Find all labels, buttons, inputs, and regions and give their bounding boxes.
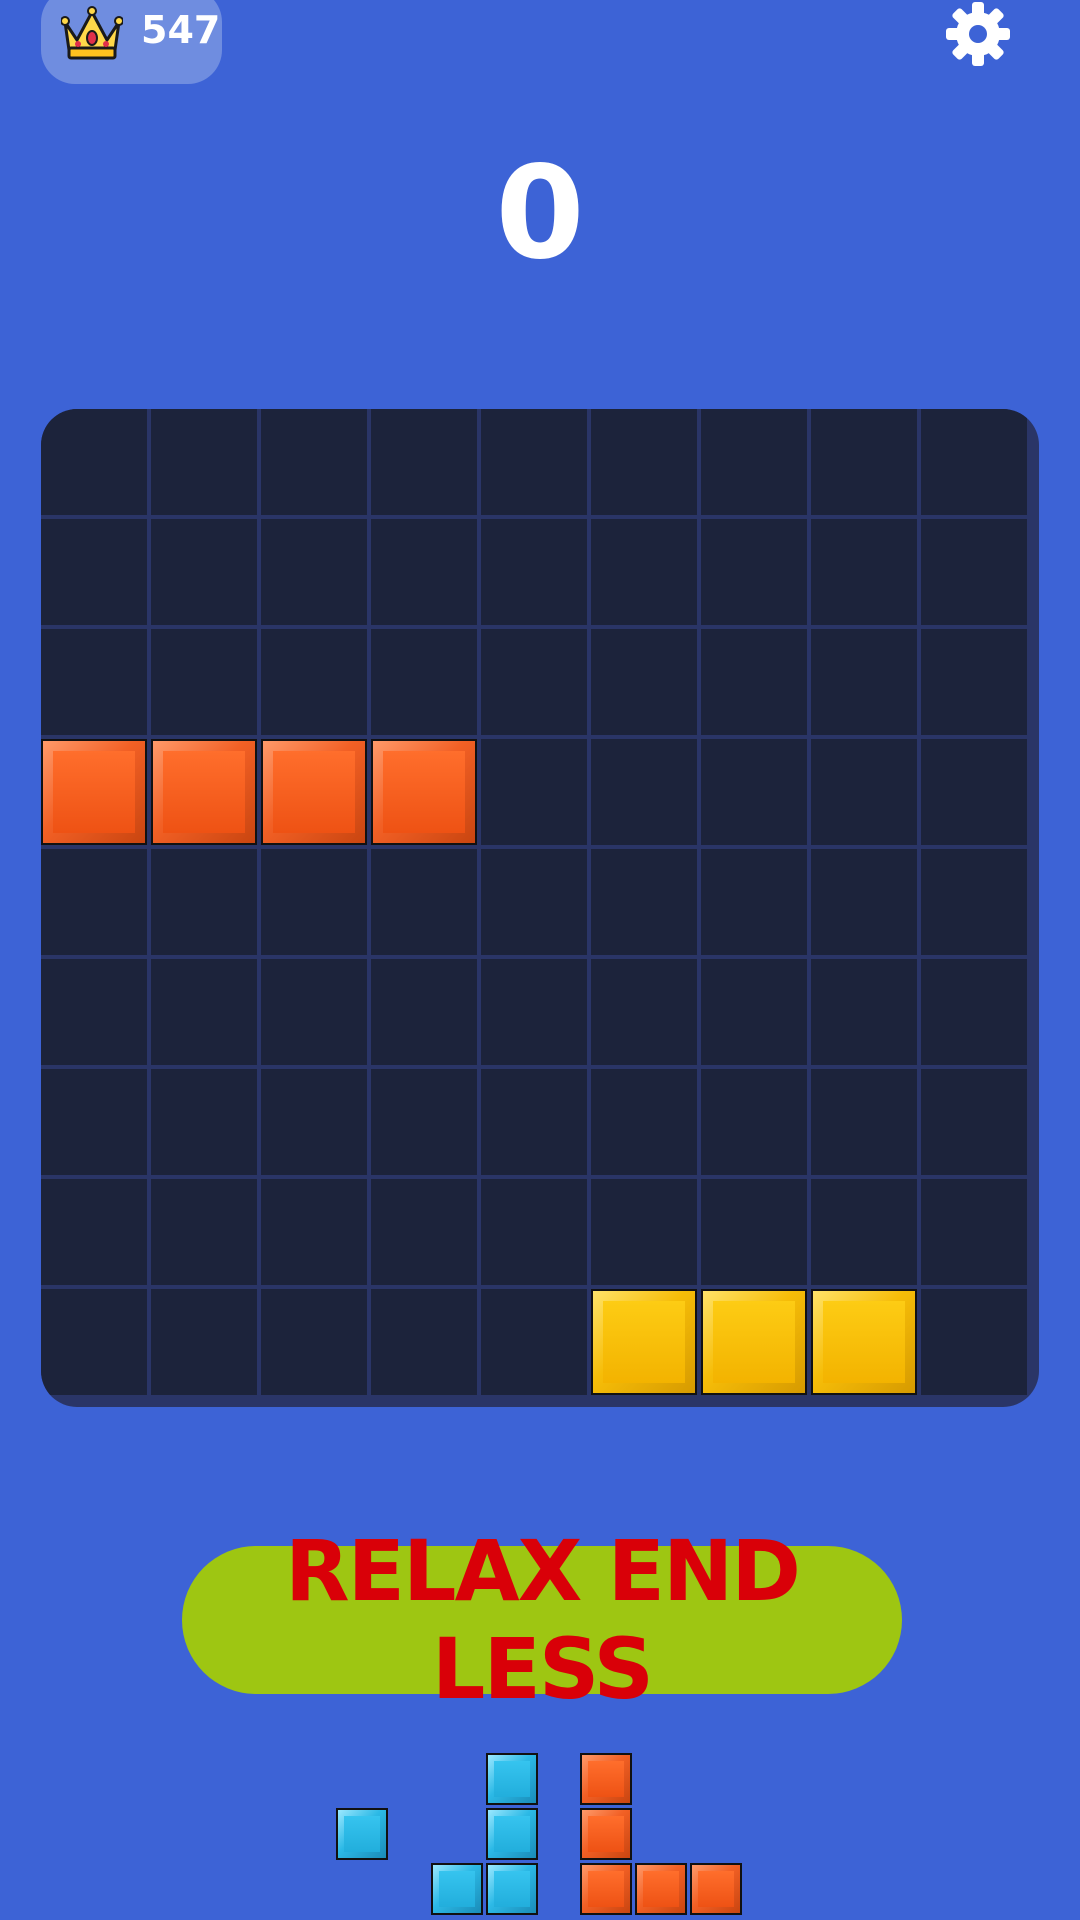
current-score: 0 xyxy=(495,139,585,288)
board-cell[interactable] xyxy=(811,959,917,1065)
board-cell[interactable] xyxy=(591,409,697,515)
tray-block-orange xyxy=(690,1863,742,1915)
placed-block-orange xyxy=(371,739,477,845)
board-cell[interactable] xyxy=(811,1069,917,1175)
best-score-badge: 547 xyxy=(41,0,222,84)
board-cell[interactable] xyxy=(921,959,1027,1065)
game-mode-button[interactable]: RELAX END LESS xyxy=(182,1522,902,1718)
board-cell[interactable] xyxy=(481,519,587,625)
board-cell[interactable] xyxy=(41,519,147,625)
board-cell[interactable] xyxy=(261,519,367,625)
board-cell[interactable] xyxy=(921,629,1027,735)
board-cell[interactable] xyxy=(371,629,477,735)
board-cell[interactable] xyxy=(151,959,257,1065)
board-cell[interactable] xyxy=(701,1069,807,1175)
board-cell[interactable] xyxy=(41,1069,147,1175)
tray-block-cyan xyxy=(336,1808,388,1860)
board-cell[interactable] xyxy=(371,959,477,1065)
board-cell[interactable] xyxy=(921,849,1027,955)
placed-block-orange xyxy=(41,739,147,845)
board-cell[interactable] xyxy=(371,519,477,625)
board-cell[interactable] xyxy=(371,1069,477,1175)
game-screen: 547 0 RELAX END LESS xyxy=(0,0,1080,1920)
board-cell[interactable] xyxy=(371,1179,477,1285)
board-cell[interactable] xyxy=(481,1289,587,1395)
board-cell[interactable] xyxy=(481,739,587,845)
tray-block-cyan xyxy=(431,1863,483,1915)
game-board[interactable] xyxy=(41,409,1039,1407)
board-cell[interactable] xyxy=(921,1179,1027,1285)
placed-block-orange xyxy=(151,739,257,845)
board-cell[interactable] xyxy=(701,629,807,735)
board-cell[interactable] xyxy=(261,1179,367,1285)
board-cell[interactable] xyxy=(811,409,917,515)
board-cell[interactable] xyxy=(41,959,147,1065)
board-cell[interactable] xyxy=(41,1289,147,1395)
board-cell[interactable] xyxy=(481,849,587,955)
board-cell[interactable] xyxy=(701,739,807,845)
board-cell[interactable] xyxy=(151,1179,257,1285)
board-cell[interactable] xyxy=(481,959,587,1065)
board-cell[interactable] xyxy=(481,1069,587,1175)
board-cell[interactable] xyxy=(261,849,367,955)
board-cell[interactable] xyxy=(371,409,477,515)
board-cell[interactable] xyxy=(151,519,257,625)
board-cell[interactable] xyxy=(41,629,147,735)
board-cell[interactable] xyxy=(811,1179,917,1285)
board-cell[interactable] xyxy=(261,629,367,735)
board-cell[interactable] xyxy=(151,409,257,515)
board-cell[interactable] xyxy=(261,409,367,515)
board-cell[interactable] xyxy=(151,1069,257,1175)
board-cell[interactable] xyxy=(41,409,147,515)
board-cell[interactable] xyxy=(701,849,807,955)
placed-block-yellow xyxy=(811,1289,917,1395)
board-cell[interactable] xyxy=(371,849,477,955)
board-cell[interactable] xyxy=(481,1179,587,1285)
placed-block-orange xyxy=(261,739,367,845)
tray-block-orange xyxy=(580,1808,632,1860)
board-cell[interactable] xyxy=(921,1289,1027,1395)
board-cell[interactable] xyxy=(591,849,697,955)
board-cell[interactable] xyxy=(921,409,1027,515)
placed-block-yellow xyxy=(701,1289,807,1395)
board-cell[interactable] xyxy=(811,739,917,845)
tray-block-orange xyxy=(580,1863,632,1915)
gear-icon[interactable] xyxy=(944,0,1012,68)
tray-block-cyan xyxy=(486,1863,538,1915)
board-cell[interactable] xyxy=(261,959,367,1065)
board-cell[interactable] xyxy=(261,1069,367,1175)
board-cell[interactable] xyxy=(481,629,587,735)
board-cell[interactable] xyxy=(811,849,917,955)
crown-icon xyxy=(61,6,123,60)
board-cell[interactable] xyxy=(591,739,697,845)
board-cell[interactable] xyxy=(151,1289,257,1395)
board-cell[interactable] xyxy=(591,1069,697,1175)
board-cell[interactable] xyxy=(151,849,257,955)
placed-block-yellow xyxy=(591,1289,697,1395)
board-cell[interactable] xyxy=(701,409,807,515)
board-cell[interactable] xyxy=(701,1179,807,1285)
board-cell[interactable] xyxy=(701,959,807,1065)
board-cell[interactable] xyxy=(701,519,807,625)
board-cell[interactable] xyxy=(591,1179,697,1285)
board-cell[interactable] xyxy=(261,1289,367,1395)
tray-block-cyan xyxy=(486,1753,538,1805)
board-cell[interactable] xyxy=(41,1179,147,1285)
board-cell[interactable] xyxy=(591,959,697,1065)
tray-block-cyan xyxy=(486,1808,538,1860)
board-cell[interactable] xyxy=(481,409,587,515)
board-cell[interactable] xyxy=(151,629,257,735)
best-score-value: 547 xyxy=(141,8,221,52)
board-cell[interactable] xyxy=(591,629,697,735)
tray-block-orange xyxy=(635,1863,687,1915)
board-cell[interactable] xyxy=(371,1289,477,1395)
board-cell[interactable] xyxy=(591,519,697,625)
board-cell[interactable] xyxy=(41,849,147,955)
board-cell[interactable] xyxy=(921,739,1027,845)
tray-block-orange xyxy=(580,1753,632,1805)
board-cell[interactable] xyxy=(811,519,917,625)
board-cell[interactable] xyxy=(921,519,1027,625)
board-cell[interactable] xyxy=(921,1069,1027,1175)
board-cell[interactable] xyxy=(811,629,917,735)
